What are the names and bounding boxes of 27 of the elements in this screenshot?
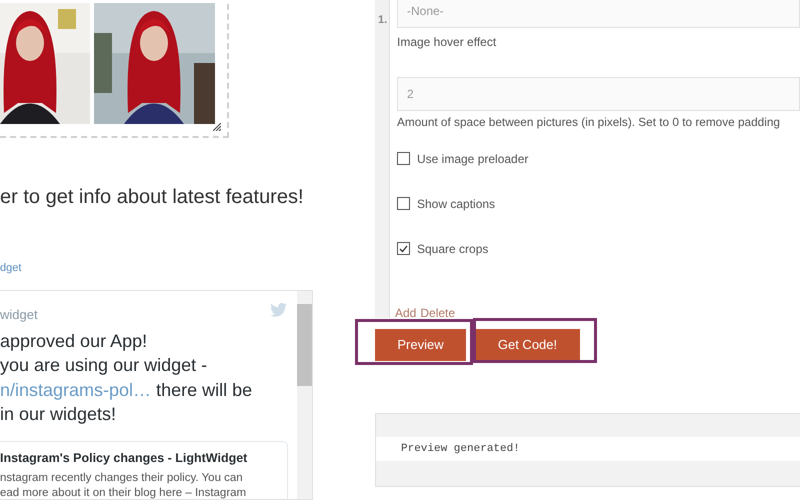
checkbox[interactable] [397,152,410,166]
link-preview-card[interactable]: Instagram's Policy changes - LightWidget nstagram recently changes their policy. You can ead more about it on their blog here – Instagram [0,440,288,499]
action-button[interactable]: Get Code! [475,329,580,361]
link[interactable]: dget [0,260,22,276]
scrollbar[interactable] [297,291,312,499]
link[interactable]: n/instagrams-pol… [0,380,152,400]
action-button[interactable]: Preview [375,329,466,361]
row-number: 1. [377,13,388,28]
checkbox-label: Square crops [417,240,488,258]
select-field[interactable]: -None- [397,0,800,28]
scrollbar-thumb[interactable] [297,304,312,386]
help-text: Amount of space between pictures (in pixels). Set to 0 to remove padding [397,114,780,131]
resize-grip-icon[interactable] [213,122,221,131]
output-message: Preview generated! [401,442,520,457]
checkbox-label: Show captions [417,196,496,213]
checkbox-label: Use image preloader [417,150,528,168]
preview-title: Instagram's Policy changes - LightWidget [0,450,248,467]
checkbox[interactable] [397,242,410,256]
preview-description: nstagram recently changes their policy. You can ead more about it on their blog here – Instagram [0,470,248,499]
link[interactable]: Add [395,304,416,322]
tweet-author: widget [0,306,38,324]
tweet-text: approved our App! you are using our widget - n/instagrams-pol… there will be in our widgets! [0,330,254,426]
link[interactable]: Delete [420,304,456,322]
newsletter-heading: er to get info about latest features! [0,184,305,210]
input-field[interactable]: 2 [397,77,800,111]
field-label: Image hover effect [397,34,496,51]
checkbox[interactable] [397,197,410,210]
